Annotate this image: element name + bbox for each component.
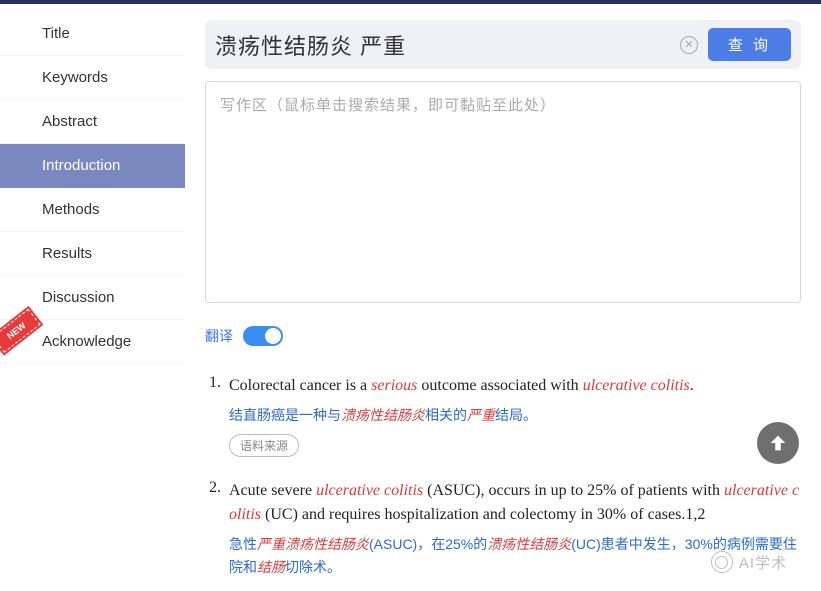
- result-number: 1.: [205, 374, 229, 457]
- result-body: Colorectal cancer is a serious outcome a…: [229, 374, 801, 457]
- translate-toggle[interactable]: [243, 326, 283, 346]
- sidebar: Title Keywords Abstract Introduction Met…: [0, 4, 185, 591]
- result-english: Acute severe ulcerative colitis (ASUC), …: [229, 479, 801, 527]
- source-tag[interactable]: 语料来源: [229, 434, 299, 457]
- result-chinese: 结直肠癌是一种与溃疡性结肠炎相关的严重结局。: [229, 404, 801, 426]
- search-input[interactable]: [215, 32, 670, 58]
- writing-area[interactable]: [205, 81, 801, 303]
- result-number: 2.: [205, 479, 229, 578]
- query-button[interactable]: 查 询: [708, 28, 791, 61]
- watermark: AI学术: [711, 551, 787, 573]
- sidebar-item-keywords[interactable]: Keywords: [0, 56, 185, 100]
- translate-row: 翻译: [205, 326, 801, 346]
- search-bar: ✕ 查 询: [205, 20, 801, 69]
- sidebar-item-title[interactable]: Title: [0, 12, 185, 56]
- results-list: 1. Colorectal cancer is a serious outcom…: [205, 374, 801, 578]
- sidebar-item-methods[interactable]: Methods: [0, 188, 185, 232]
- wechat-icon: [711, 551, 733, 573]
- result-english: Colorectal cancer is a serious outcome a…: [229, 374, 801, 398]
- sidebar-item-abstract[interactable]: Abstract: [0, 100, 185, 144]
- sidebar-item-results[interactable]: Results: [0, 232, 185, 276]
- scroll-top-button[interactable]: [757, 422, 799, 464]
- arrow-up-icon: [767, 432, 789, 454]
- main-panel: ✕ 查 询 翻译 1. Colorectal cancer is a serio…: [185, 4, 821, 591]
- clear-icon[interactable]: ✕: [680, 36, 698, 54]
- result-item[interactable]: 1. Colorectal cancer is a serious outcom…: [205, 374, 801, 457]
- translate-label: 翻译: [205, 326, 233, 346]
- toggle-knob: [265, 328, 281, 344]
- sidebar-item-introduction[interactable]: Introduction: [0, 144, 185, 188]
- watermark-text: AI学术: [739, 552, 787, 573]
